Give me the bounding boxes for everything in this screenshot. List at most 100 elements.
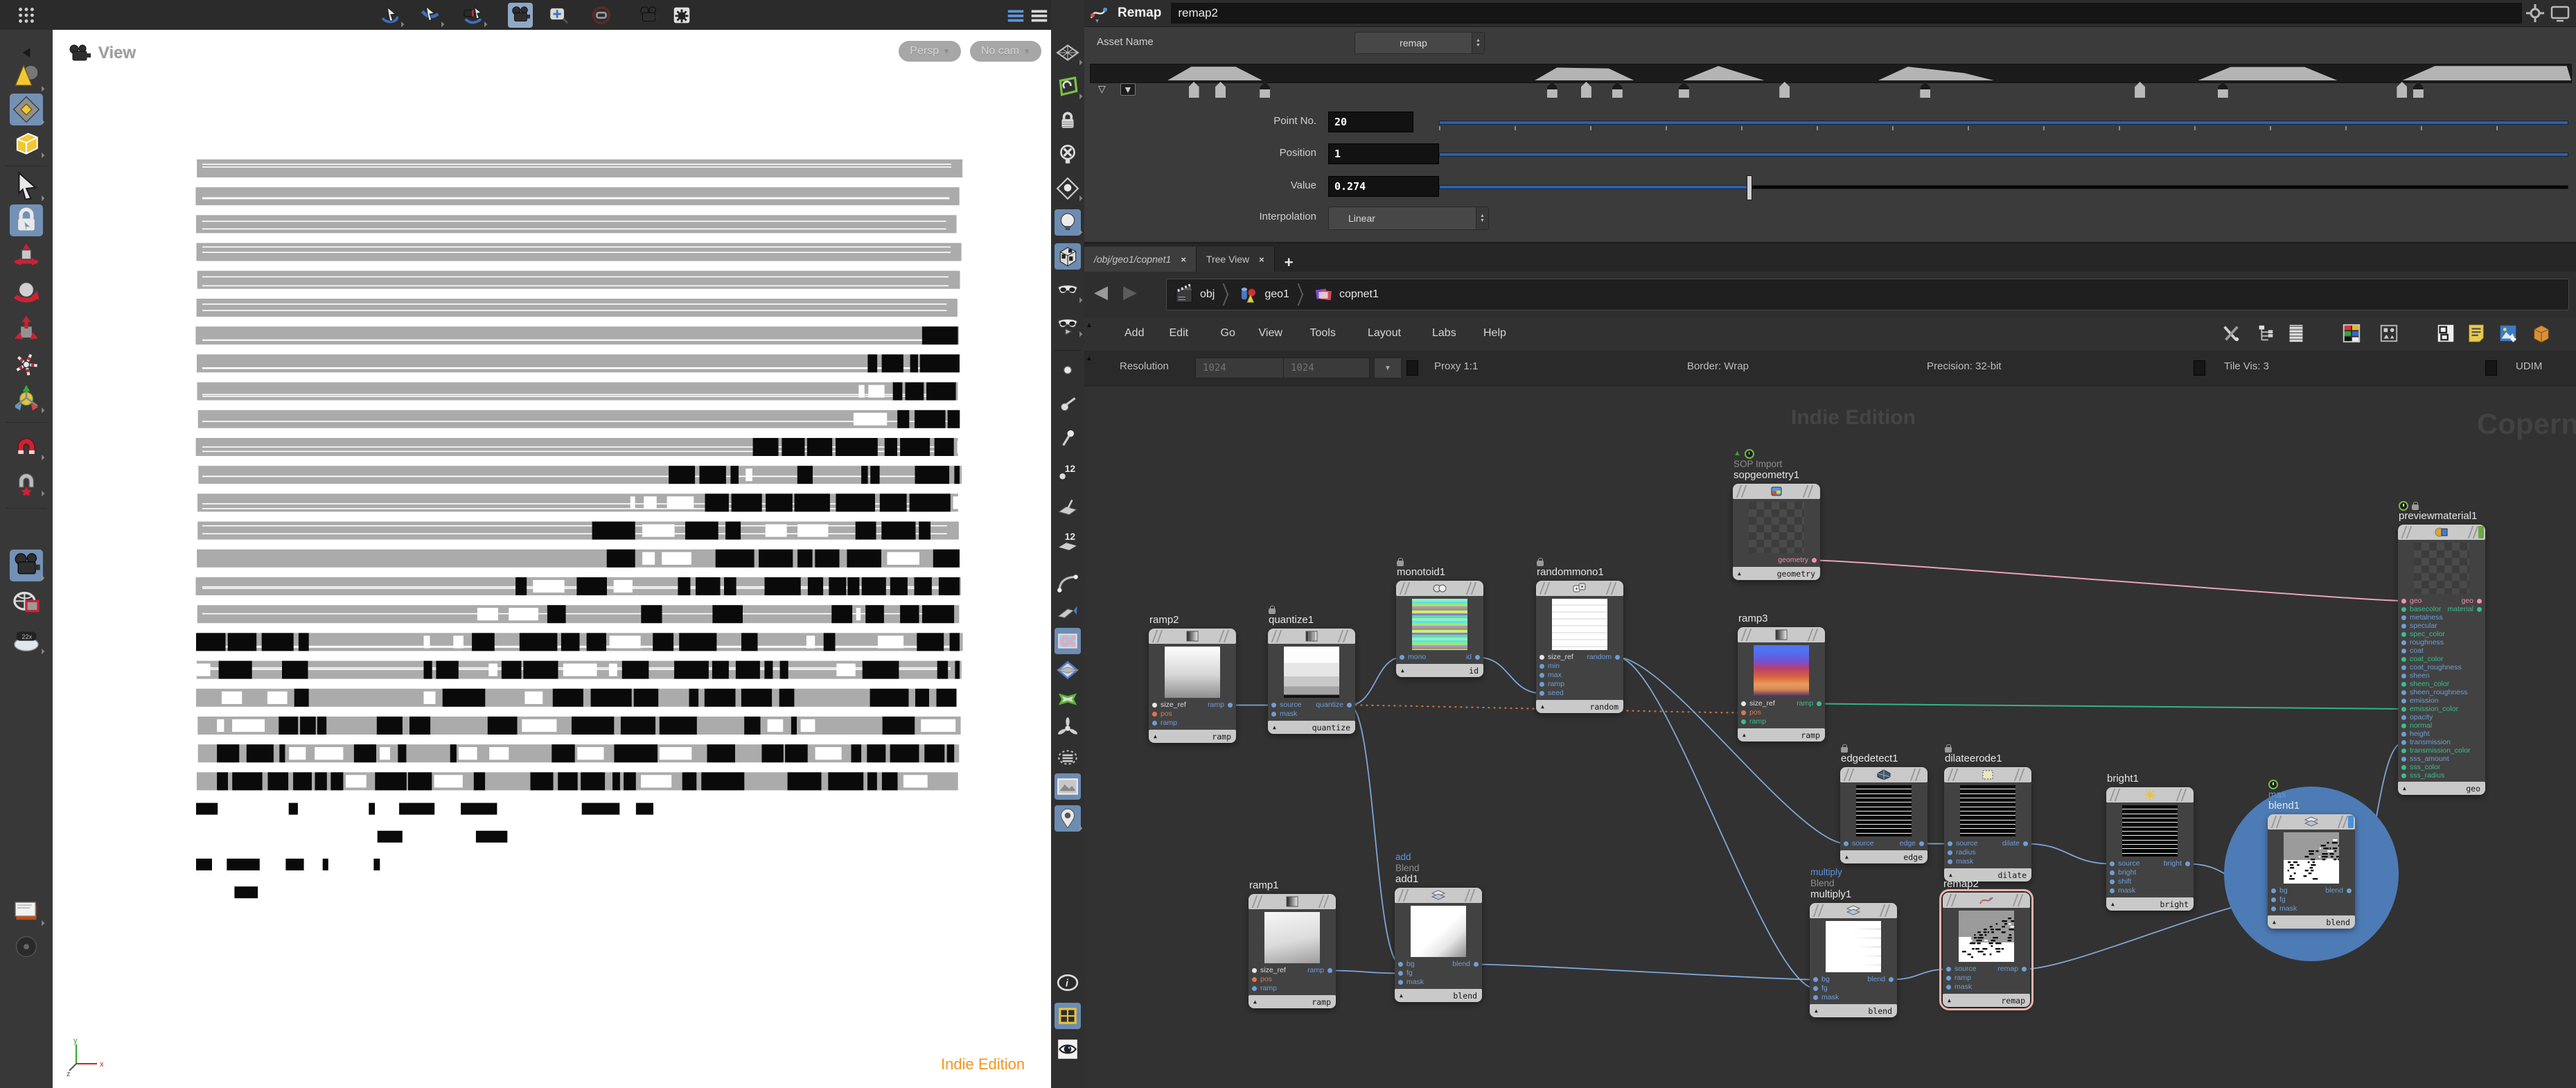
- palette-grid-icon[interactable]: [2340, 322, 2363, 344]
- input-dot-fg[interactable]: [1398, 971, 1403, 976]
- uv-checker-icon[interactable]: [1055, 628, 1081, 654]
- forward-icon[interactable]: ▶: [1123, 281, 1137, 303]
- input-dot-seed[interactable]: [1540, 691, 1544, 696]
- panel-split-icon[interactable]: [2434, 322, 2458, 344]
- collapse-icon[interactable]: ▲: [1738, 570, 1741, 577]
- output-dot-quantize[interactable]: [1347, 703, 1352, 708]
- input-dot-sheen_roughness[interactable]: [2401, 690, 2406, 695]
- input-dot-sheen_color[interactable]: [2401, 682, 2406, 687]
- output-dot-geo[interactable]: [2477, 599, 2482, 604]
- node-footer[interactable]: ▲geo: [2398, 782, 2485, 795]
- secure-selection-icon[interactable]: [10, 204, 43, 236]
- collapse-icon[interactable]: ▲: [1401, 667, 1404, 674]
- network-node-add1[interactable]: addBlendadd1bgblendfgmask▲blend: [1395, 888, 1482, 1002]
- node-body[interactable]: sourcedilateradiusmask▲dilate: [1944, 767, 2031, 881]
- proxy-checkbox[interactable]: [1406, 360, 1418, 376]
- node-footer[interactable]: ▲bright: [2106, 897, 2194, 911]
- zoom-cursor-icon[interactable]: [461, 3, 486, 28]
- node-footer[interactable]: ▲ramp: [1149, 730, 1236, 743]
- network-node-monotoid1[interactable]: monotoid1monoid▲id: [1396, 581, 1483, 677]
- diamond-grid-icon[interactable]: [10, 94, 43, 125]
- spinner-icon[interactable]: ▲▼: [1472, 33, 1484, 53]
- node-body[interactable]: bgblendfgmask▲blend: [1395, 888, 1482, 1002]
- output-port[interactable]: id: [1466, 653, 1480, 661]
- slider-handle[interactable]: [1747, 175, 1752, 200]
- input-dot-size_ref[interactable]: [1540, 655, 1544, 660]
- scene-viewport[interactable]: View Persp▼ No cam▼ y x z Indie Edition: [53, 30, 1051, 1088]
- frame-view-icon[interactable]: [546, 3, 571, 28]
- spinner-icon[interactable]: ▲▼: [1476, 207, 1488, 229]
- input-dot-source[interactable]: [1844, 841, 1849, 846]
- input-dot-roughness[interactable]: [2401, 640, 2406, 645]
- input-dot-ramp[interactable]: [1252, 986, 1257, 991]
- node-body[interactable]: sourceedge▲edge: [1840, 767, 1927, 863]
- node-footer[interactable]: ▲blend: [1395, 989, 1482, 1002]
- ramp-point-marker[interactable]: [2413, 82, 2424, 98]
- tab--obj-geo1-copnet1[interactable]: /obj/geo1/copnet1×: [1084, 247, 1197, 272]
- wire-add1.out.blend-to-multiply1.in.bg[interactable]: [1476, 965, 1816, 980]
- input-dot-mask[interactable]: [1813, 995, 1818, 1000]
- pin-location-icon[interactable]: [1055, 805, 1081, 832]
- input-dot-height[interactable]: [2401, 732, 2406, 737]
- param-slider[interactable]: [1439, 185, 2568, 189]
- input-dot-normal[interactable]: [2401, 723, 2406, 728]
- wire-quantize1.out.quantize-to-monotoid1.in.mono[interactable]: [1350, 658, 1402, 705]
- output-port[interactable]: dilate: [2002, 840, 2028, 848]
- collapse-icon[interactable]: ▲: [1154, 733, 1157, 739]
- bg-image-icon[interactable]: [1055, 773, 1081, 800]
- output-port[interactable]: random: [1587, 653, 1620, 661]
- param-slider[interactable]: [1439, 121, 2568, 125]
- network-node-sopgeometry1[interactable]: ▲SOP Importsopgeometry1geometry▲geometry: [1733, 484, 1820, 580]
- input-dot-transmission_color[interactable]: [2401, 748, 2406, 753]
- ramp-point-marker[interactable]: [1920, 82, 1930, 98]
- no-cam-button[interactable]: No cam▼: [970, 41, 1041, 62]
- interpolation-dropdown[interactable]: Linear▲▼: [1328, 207, 1489, 230]
- display-icon[interactable]: [2550, 3, 2570, 24]
- menu-add[interactable]: Add: [1119, 324, 1149, 342]
- hide-toolbar-icon[interactable]: [589, 3, 614, 28]
- resolution-height-field[interactable]: 1024: [1283, 358, 1370, 378]
- input-dot-emission_color[interactable]: [2401, 707, 2406, 712]
- node-footer[interactable]: ▲ramp: [1249, 995, 1336, 1008]
- node-header[interactable]: [1249, 894, 1336, 909]
- node-header[interactable]: [1395, 888, 1482, 903]
- node-body[interactable]: size_reframpposramp▲ramp: [1738, 627, 1825, 742]
- point-handle-icon[interactable]: [1055, 391, 1081, 417]
- input-dot-bg[interactable]: [2271, 888, 2276, 893]
- output-dot-ramp[interactable]: [1327, 968, 1332, 973]
- collapse-icon[interactable]: ▲: [1253, 999, 1257, 1005]
- normals-fan-icon[interactable]: [1055, 715, 1081, 742]
- node-header[interactable]: [2268, 814, 2355, 830]
- output-dot-blend[interactable]: [2347, 888, 2352, 893]
- select-cursor-icon[interactable]: [10, 170, 43, 202]
- shade-play-icon[interactable]: [1055, 311, 1081, 337]
- info-circle-icon[interactable]: i: [1055, 969, 1081, 996]
- close-icon[interactable]: ×: [1181, 254, 1186, 265]
- prim-numbers-icon[interactable]: 12: [1055, 527, 1081, 553]
- wire-dilateerode1.out.dilate-to-bright1.in.source[interactable]: [2026, 844, 2112, 864]
- node-body[interactable]: geogeobasecolormaterialmetalnessspecular…: [2398, 525, 2485, 795]
- node-footer[interactable]: ▲id: [1396, 664, 1483, 677]
- output-port[interactable]: ramp: [1797, 700, 1821, 708]
- param-value-field[interactable]: 20: [1328, 112, 1413, 132]
- grid-plane-icon[interactable]: [1055, 40, 1081, 66]
- ramp-point-marker[interactable]: [1215, 82, 1226, 98]
- lights-off-icon[interactable]: [1055, 141, 1081, 168]
- collapse-icon[interactable]: ▲: [1949, 872, 1952, 878]
- input-dot-bg[interactable]: [1813, 977, 1818, 982]
- pane-expand-icon[interactable]: ▲: [1086, 355, 1093, 362]
- group-star-icon[interactable]: [1055, 686, 1081, 712]
- node-body[interactable]: sourceremaprampmask▲remap: [1943, 893, 2030, 1007]
- collapse-icon[interactable]: ▲: [1948, 997, 1951, 1003]
- udim-checkbox[interactable]: [2485, 360, 2497, 376]
- input-dot-mask[interactable]: [2271, 906, 2276, 911]
- wire-quantize1.out.quantize-to-add1.in.bg[interactable]: [1350, 705, 1401, 965]
- node-header[interactable]: [1733, 484, 1820, 499]
- input-dot-shift[interactable]: [2110, 879, 2115, 884]
- input-dot-pos[interactable]: [1252, 977, 1257, 982]
- hdri-cube-icon[interactable]: [1055, 243, 1081, 270]
- ramp-point-marker[interactable]: [1612, 82, 1623, 98]
- output-port[interactable]: material: [2448, 606, 2482, 613]
- input-dot-geo[interactable]: [2401, 599, 2406, 604]
- param-value-field[interactable]: 0.274: [1328, 176, 1439, 197]
